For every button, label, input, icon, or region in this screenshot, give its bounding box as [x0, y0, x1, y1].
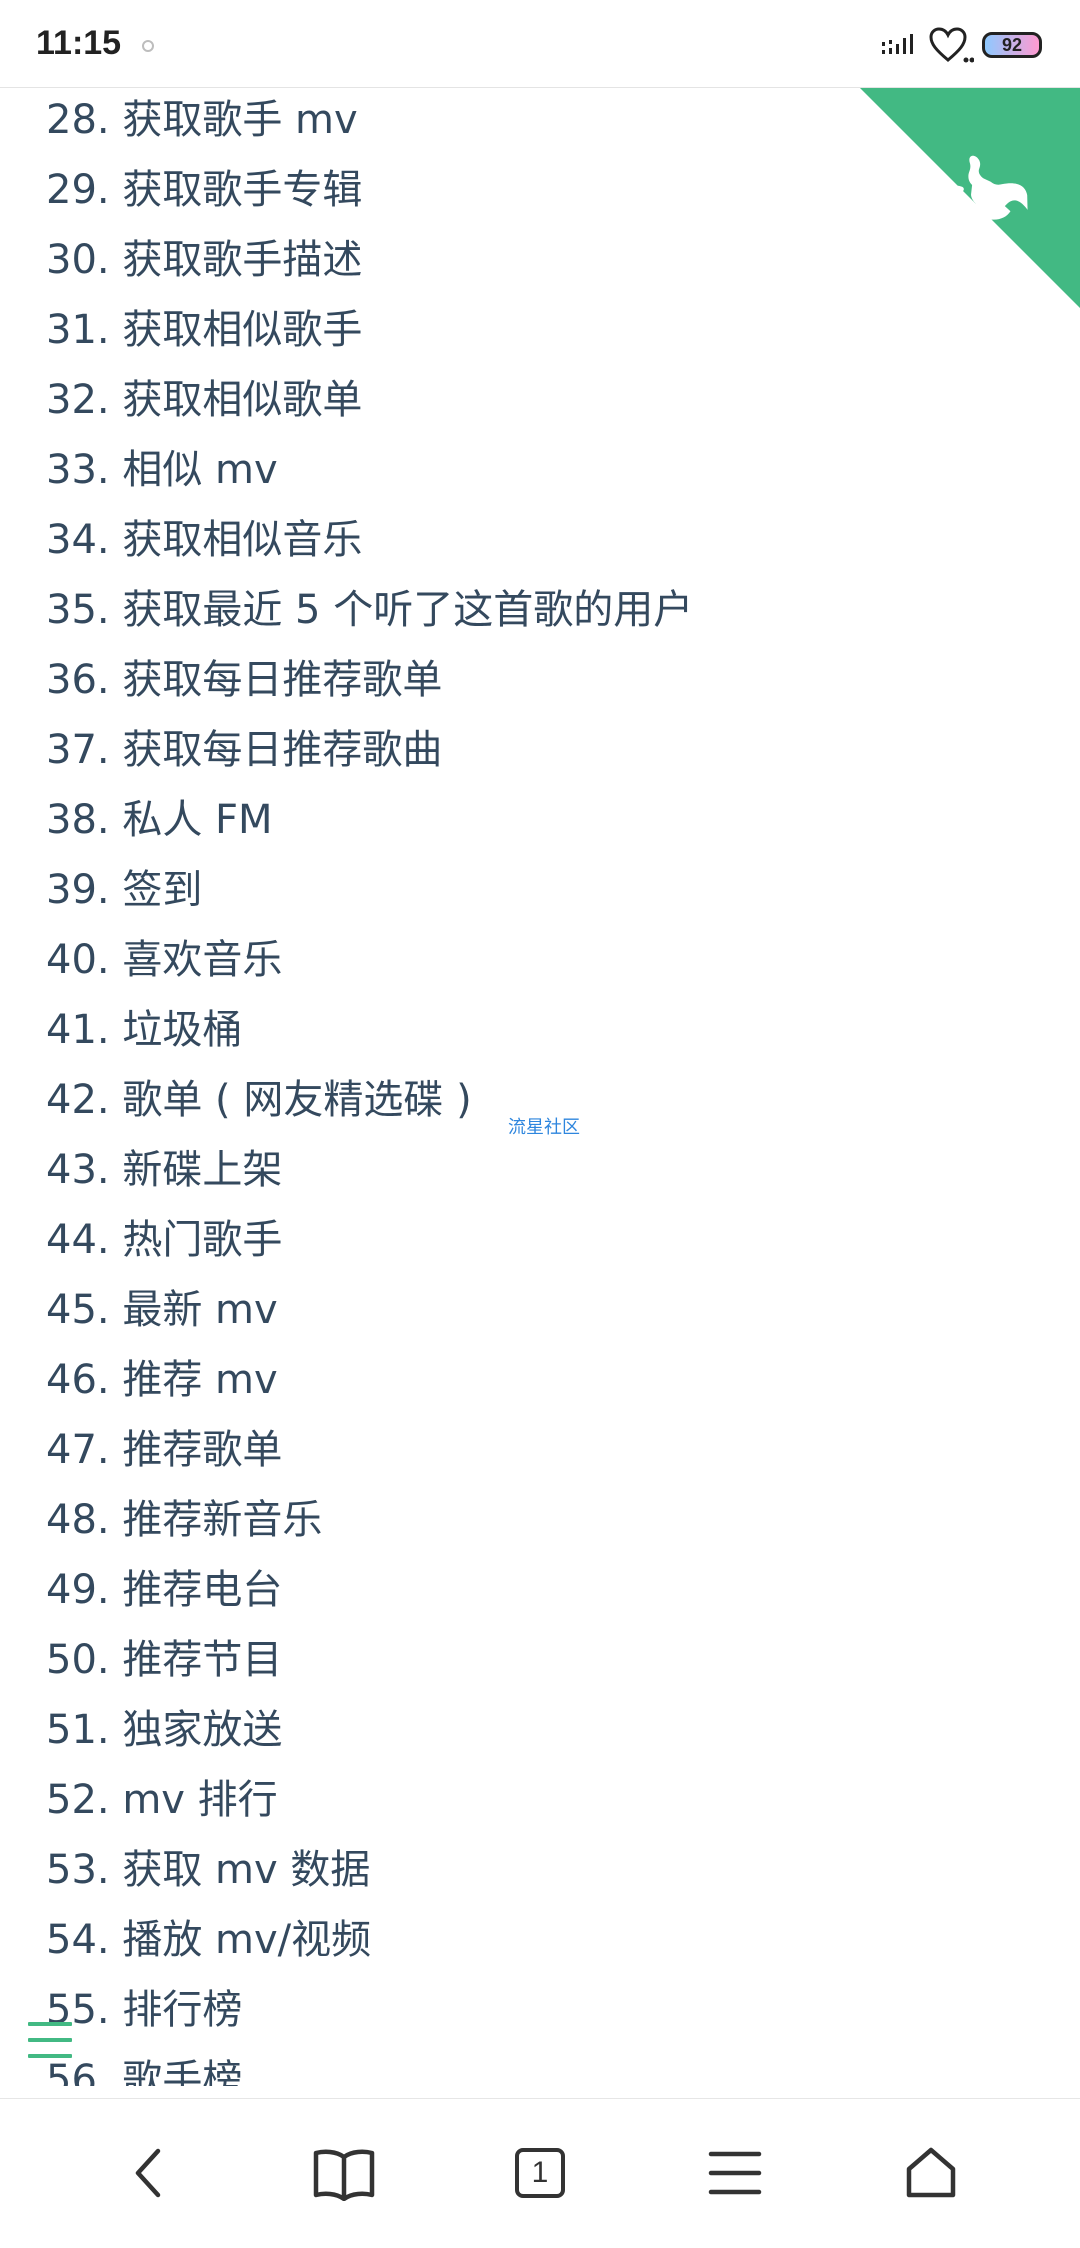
list-item[interactable]: 37. 获取每日推荐歌曲	[46, 723, 693, 793]
sidebar-toggle-icon[interactable]	[28, 2022, 72, 2062]
back-button[interactable]	[108, 2133, 188, 2213]
list-item[interactable]: 38. 私人 FM	[46, 793, 693, 863]
status-bar: 11:15 92	[0, 0, 1080, 88]
list-item[interactable]: 51. 独家放送	[46, 1703, 693, 1773]
list-item[interactable]: 33. 相似 mv	[46, 443, 693, 513]
list-item[interactable]: 40. 喜欢音乐	[46, 933, 693, 1003]
list-item[interactable]: 32. 获取相似歌单	[46, 373, 693, 443]
heart-icon	[929, 27, 974, 63]
list-item[interactable]: 49. 推荐电台	[46, 1563, 693, 1633]
list-item[interactable]: 42. 歌单 ( 网友精选碟 )	[46, 1073, 693, 1143]
status-time: 11:15	[36, 24, 122, 62]
back-icon	[135, 2148, 161, 2198]
bottom-nav: 1	[0, 2098, 1080, 2248]
menu-button[interactable]	[695, 2133, 775, 2213]
home-button[interactable]	[891, 2133, 971, 2213]
tabs-button[interactable]: 1	[500, 2133, 580, 2213]
battery-level: 92	[1001, 34, 1023, 55]
list-item[interactable]: 53. 获取 mv 数据	[46, 1843, 693, 1913]
bookmarks-button[interactable]	[304, 2133, 384, 2213]
list-item[interactable]: 36. 获取每日推荐歌单	[46, 653, 693, 723]
api-content: 28. 获取歌手 mv 29. 获取歌手专辑 30. 获取歌手描述 31. 获取…	[0, 88, 1080, 2086]
list-item[interactable]: 54. 播放 mv/视频	[46, 1913, 693, 1983]
list-item[interactable]: 43. 新碟上架	[46, 1143, 693, 1213]
list-item[interactable]: 39. 签到	[46, 863, 693, 933]
list-item[interactable]: 44. 热门歌手	[46, 1213, 693, 1283]
tabs-icon: 1	[515, 2148, 565, 2198]
list-item[interactable]: 30. 获取歌手描述	[46, 233, 693, 303]
notification-icon	[142, 40, 154, 52]
list-item[interactable]: 31. 获取相似歌手	[46, 303, 693, 373]
list-item[interactable]: 55. 排行榜	[46, 1983, 693, 2053]
list-item[interactable]: 52. mv 排行	[46, 1773, 693, 1843]
battery-icon: 92	[982, 32, 1042, 58]
list-item[interactable]: 41. 垃圾桶	[46, 1003, 693, 1073]
list-item[interactable]: 29. 获取歌手专辑	[46, 163, 693, 233]
list-item[interactable]: 47. 推荐歌单	[46, 1423, 693, 1493]
signal-icon	[882, 34, 913, 54]
menu-icon	[708, 2151, 762, 2195]
list-item[interactable]: 48. 推荐新音乐	[46, 1493, 693, 1563]
github-corner-icon[interactable]	[860, 88, 1080, 308]
list-item[interactable]: 28. 获取歌手 mv	[46, 93, 693, 163]
list-item[interactable]: 34. 获取相似音乐	[46, 513, 693, 583]
api-list: 28. 获取歌手 mv 29. 获取歌手专辑 30. 获取歌手描述 31. 获取…	[46, 93, 693, 2086]
home-icon	[906, 2147, 956, 2198]
bookmarks-icon	[313, 2149, 375, 2201]
list-item[interactable]: 50. 推荐节目	[46, 1633, 693, 1703]
list-item[interactable]: 45. 最新 mv	[46, 1283, 693, 1353]
tab-count: 1	[531, 2156, 549, 2189]
watermark: 流星社区	[508, 1117, 580, 1138]
list-item[interactable]: 56. 歌手榜	[46, 2053, 693, 2086]
list-item[interactable]: 35. 获取最近 5 个听了这首歌的用户	[46, 583, 693, 653]
list-item[interactable]: 46. 推荐 mv	[46, 1353, 693, 1423]
